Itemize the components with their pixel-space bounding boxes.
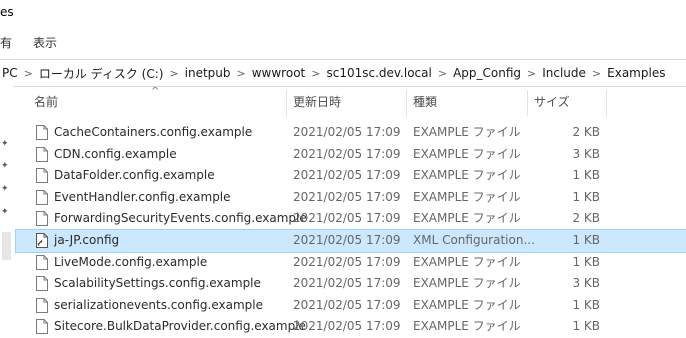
file-row[interactable]: EventHandler.config.example 2021/02/05 17… (16, 187, 686, 209)
breadcrumb-separator-icon[interactable]: > (309, 67, 322, 80)
file-date: 2021/02/05 17:09 (293, 189, 401, 204)
file-name: CacheContainers.config.example (54, 125, 253, 139)
breadcrumb-separator-icon[interactable]: > (167, 67, 180, 80)
config-file-icon (36, 232, 48, 248)
file-date: 2021/02/05 17:09 (293, 211, 401, 226)
breadcrumb-separator-icon[interactable]: > (235, 67, 248, 80)
file-type: EXAMPLE ファイル (413, 297, 521, 312)
breadcrumb-separator-icon[interactable]: > (22, 67, 35, 80)
file-name: ja-JP.config (54, 232, 120, 247)
file-name: serializationevents.config.example (54, 297, 263, 312)
file-size: 1 KB (572, 254, 600, 269)
file-row[interactable]: DataFolder.config.example 2021/02/05 17:0… (16, 165, 686, 187)
file-row[interactable]: CacheContainers.config.example 2021/02/05… (16, 122, 686, 144)
file-name: LiveMode.config.example (54, 254, 208, 269)
column-divider[interactable] (406, 90, 407, 116)
breadcrumb-separator-icon[interactable]: > (590, 67, 603, 80)
file-name: ForwardingSecurityEvents.config.example (54, 211, 307, 226)
ribbon-tab-share[interactable]: 有 (0, 34, 12, 51)
document-icon (36, 146, 48, 162)
file-row[interactable]: serializationevents.config.example 2021/0… (16, 295, 686, 317)
file-row[interactable]: Sitecore.BulkDataProvider.config.example… (16, 316, 686, 338)
breadcrumb-item[interactable]: wwwroot (248, 66, 310, 80)
file-size: 1 KB (572, 189, 600, 204)
file-size: 1 KB (572, 297, 600, 312)
file-date: 2021/02/05 17:09 (293, 297, 401, 312)
column-header-type[interactable]: 種類 (413, 86, 437, 118)
breadcrumb-separator-icon[interactable]: > (436, 67, 449, 80)
file-type: XML Configuration... (413, 232, 535, 247)
file-list: CacheContainers.config.example 2021/02/05… (15, 122, 686, 338)
ribbon-tab-view[interactable]: 表示 (33, 34, 57, 51)
file-type: EXAMPLE ファイル (413, 319, 521, 334)
column-header-name[interactable]: 名前 (34, 86, 58, 118)
file-name: EventHandler.config.example (54, 189, 231, 204)
file-date: 2021/02/05 17:09 (293, 125, 401, 139)
breadcrumb-item[interactable]: ローカル ディスク (C:) (35, 65, 168, 82)
document-icon (36, 211, 48, 227)
column-divider[interactable] (606, 90, 607, 116)
breadcrumb-item[interactable]: inetpub (181, 66, 235, 80)
file-type: EXAMPLE ファイル (413, 125, 521, 139)
file-name: Sitecore.BulkDataProvider.config.example (54, 319, 306, 334)
pin-icon[interactable]: ✦ (1, 207, 9, 217)
file-date: 2021/02/05 17:09 (293, 276, 401, 291)
document-icon (36, 276, 48, 292)
file-date: 2021/02/05 17:09 (293, 319, 401, 334)
breadcrumb-separator-icon[interactable]: > (525, 67, 538, 80)
document-icon (36, 254, 48, 270)
document-icon (36, 319, 48, 335)
document-icon (36, 168, 48, 184)
address-bar[interactable]: PC > ローカル ディスク (C:) > inetpub > wwwroot > sc101s… (0, 59, 686, 87)
breadcrumb-item[interactable]: Include (538, 66, 590, 80)
file-size: 1 KB (572, 232, 600, 247)
document-icon (36, 189, 48, 205)
file-name: ScalabilitySettings.config.example (54, 276, 261, 291)
file-name: DataFolder.config.example (54, 168, 215, 183)
file-type: EXAMPLE ファイル (413, 211, 521, 226)
file-row[interactable]: ForwardingSecurityEvents.config.example 2… (16, 208, 686, 230)
file-type: EXAMPLE ファイル (413, 168, 521, 183)
file-date: 2021/02/05 17:09 (293, 254, 401, 269)
pin-icon[interactable]: ✦ (1, 184, 9, 194)
navigation-scrollbar-thumb[interactable] (2, 232, 11, 260)
document-icon (36, 125, 48, 140)
file-size: 2 KB (572, 211, 600, 226)
column-divider[interactable] (527, 90, 528, 116)
sort-ascending-icon: ^ (151, 86, 160, 97)
window-title: es (0, 5, 14, 19)
column-header-size[interactable]: サイズ (534, 86, 570, 118)
file-type: EXAMPLE ファイル (413, 146, 521, 161)
file-type: EXAMPLE ファイル (413, 276, 521, 291)
file-type: EXAMPLE ファイル (413, 254, 521, 269)
document-icon (36, 297, 48, 313)
file-size: 3 KB (572, 146, 600, 161)
file-name: CDN.config.example (54, 146, 177, 161)
file-size: 3 KB (572, 276, 600, 291)
file-date: 2021/02/05 17:09 (293, 168, 401, 183)
file-row[interactable]: LiveMode.config.example 2021/02/05 17:09 E… (16, 252, 686, 274)
breadcrumb-item[interactable]: Examples (603, 66, 669, 80)
pin-icon[interactable]: ✦ (1, 139, 9, 149)
file-size: 1 KB (572, 319, 600, 334)
file-row[interactable]: CDN.config.example 2021/02/05 17:09 EXAMPL… (16, 144, 686, 166)
column-header-date[interactable]: 更新日時 (293, 86, 341, 118)
file-size: 2 KB (572, 125, 600, 139)
breadcrumb: PC > ローカル ディスク (C:) > inetpub > wwwroot > sc101s… (0, 60, 669, 86)
file-row[interactable]: ja-JP.config 2021/02/05 17:09 XML Configur… (15, 228, 686, 253)
breadcrumb-item[interactable]: PC (0, 66, 22, 80)
column-divider[interactable] (286, 90, 287, 116)
breadcrumb-item[interactable]: sc101sc.dev.local (322, 66, 435, 80)
pin-icon[interactable]: ✦ (1, 161, 9, 171)
breadcrumb-item[interactable]: App_Config (449, 66, 525, 80)
file-row[interactable]: ScalabilitySettings.config.example 2021/0… (16, 273, 686, 295)
file-size: 1 KB (572, 168, 600, 183)
file-date: 2021/02/05 17:09 (293, 146, 401, 161)
file-date: 2021/02/05 17:09 (293, 232, 401, 247)
file-type: EXAMPLE ファイル (413, 189, 521, 204)
